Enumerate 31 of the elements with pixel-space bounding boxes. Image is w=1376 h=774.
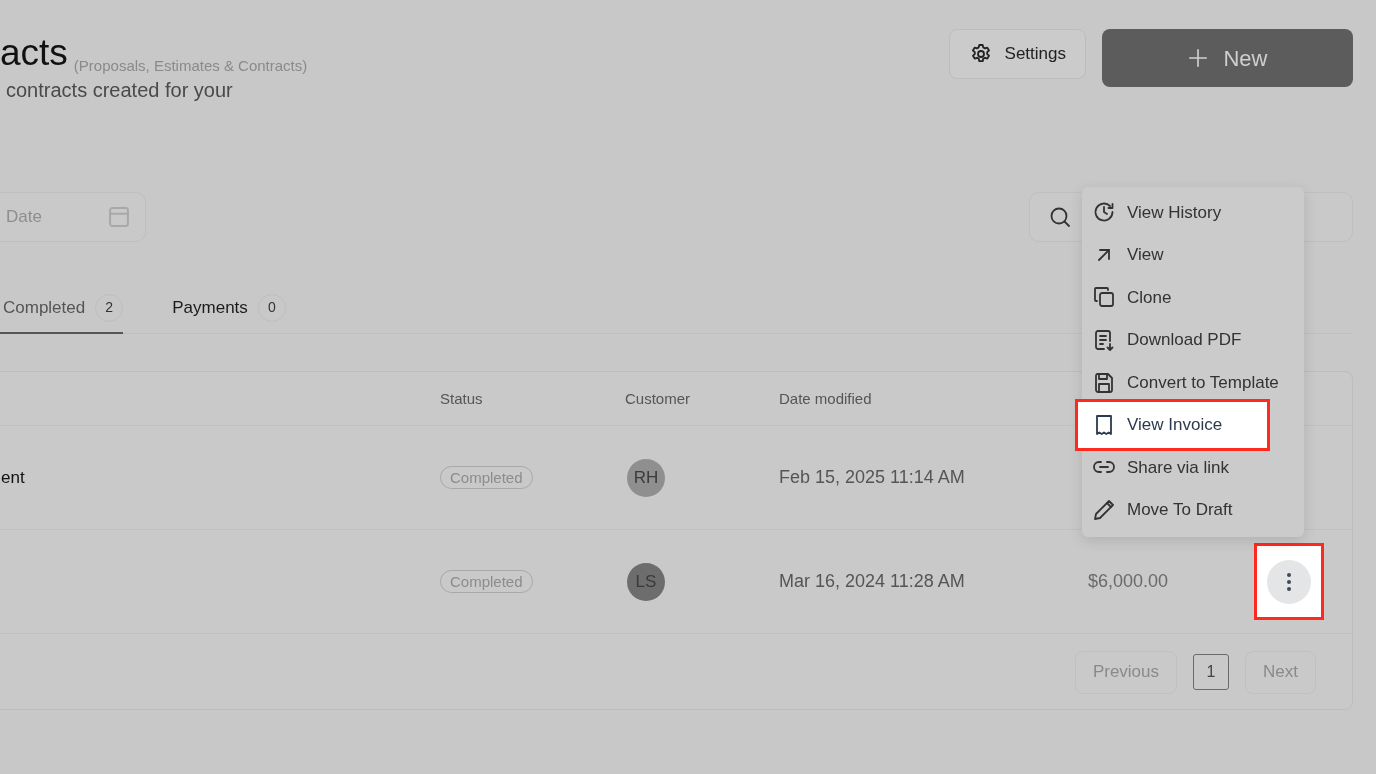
menu-item[interactable]: View History bbox=[1082, 191, 1304, 234]
menu-item[interactable]: View bbox=[1082, 233, 1304, 277]
page-title: acts bbox=[0, 31, 68, 75]
table-cell: ent bbox=[1, 467, 25, 487]
new-button[interactable]: New bbox=[1102, 29, 1353, 87]
table-cell: Feb 15, 2025 11:14 AM bbox=[779, 467, 965, 487]
page-description: contracts created for your bbox=[6, 78, 234, 103]
menu-item[interactable]: Move To Draft bbox=[1082, 488, 1304, 532]
document-download-icon bbox=[1092, 328, 1116, 353]
column-header: Customer bbox=[625, 389, 691, 407]
table-cell: Mar 16, 2024 11:28 AM bbox=[779, 571, 965, 591]
menu-item[interactable]: View Invoice bbox=[1075, 398, 1270, 451]
kebab-icon bbox=[1287, 572, 1291, 591]
more-button[interactable] bbox=[1267, 559, 1311, 604]
copy-icon bbox=[1092, 285, 1116, 310]
table-cell: $6,000.00 bbox=[1088, 571, 1169, 591]
column-header: Status bbox=[440, 389, 483, 407]
menu-item[interactable]: Clone bbox=[1082, 276, 1304, 319]
title-note: (Proposals, Estimates & Contracts) bbox=[73, 55, 308, 76]
tab[interactable]: Payments 0 bbox=[169, 283, 286, 334]
menu-item[interactable]: Download PDF bbox=[1082, 318, 1304, 362]
settings-button[interactable]: Settings bbox=[948, 29, 1086, 79]
avatar: RH bbox=[627, 458, 665, 497]
pencil-icon bbox=[1092, 497, 1116, 522]
plus-icon bbox=[1187, 47, 1210, 69]
search-icon bbox=[1048, 205, 1072, 229]
column-header: Date modified bbox=[779, 390, 872, 407]
tab[interactable]: Completed 2 bbox=[0, 283, 124, 334]
calendar-icon bbox=[109, 207, 129, 227]
page-button[interactable]: 1 bbox=[1193, 654, 1230, 690]
date-field[interactable]: Date bbox=[0, 192, 146, 242]
